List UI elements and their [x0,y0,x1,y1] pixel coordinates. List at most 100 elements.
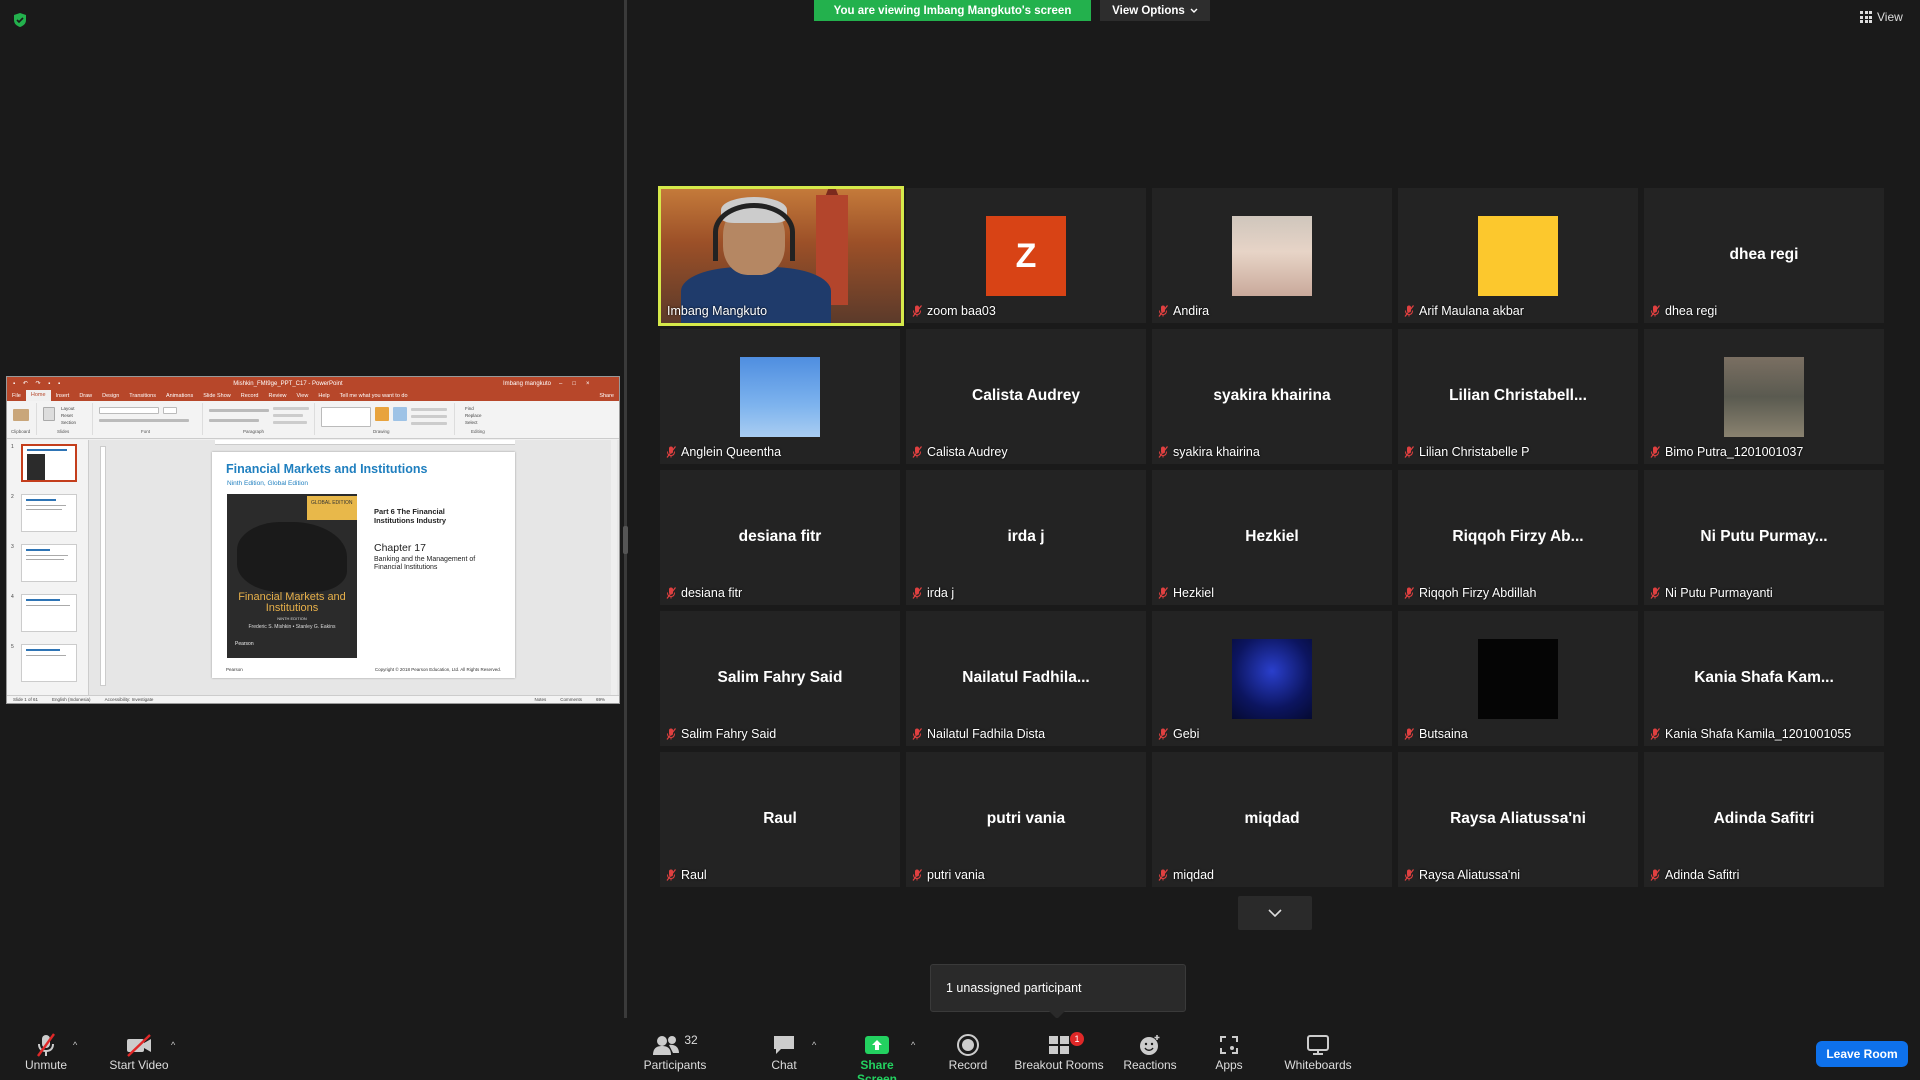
whiteboard-icon [1307,1035,1329,1055]
participant-tile[interactable]: Raysa Aliatussa'ni Raysa Aliatussa'ni [1398,752,1638,887]
zoom-meeting-window: ▪ ↶ ↷ ▪ ▪ Mishkin_FMI9ge_PPT_C17 - Power… [0,0,1920,1080]
shared-screen-pane: ▪ ↶ ↷ ▪ ▪ Mishkin_FMI9ge_PPT_C17 - Power… [0,0,624,1018]
ppt-titlebar: ▪ ↶ ↷ ▪ ▪ Mishkin_FMI9ge_PPT_C17 - Power… [7,377,619,390]
participant-name-label: Kania Shafa Kamila_1201001055 [1650,727,1851,741]
shared-powerpoint-window[interactable]: ▪ ↶ ↷ ▪ ▪ Mishkin_FMI9ge_PPT_C17 - Power… [6,376,620,704]
participant-display-name: Calista Audrey [972,387,1080,404]
ppt-layout: Layout [61,406,75,411]
unmute-button[interactable]: Unmute [22,1032,70,1072]
participant-name: Imbang Mangkuto [667,304,768,318]
apps-button[interactable]: Apps [1212,1032,1246,1072]
video-options-caret-icon[interactable]: ^ [171,1040,175,1050]
participant-tile[interactable]: Anglein Queentha [660,329,900,464]
participant-tile[interactable]: Butsaina [1398,611,1638,746]
badge-text: GLOBAL EDITION [311,500,353,506]
participant-display-name: Ni Putu Purmay... [1700,528,1828,545]
view-button[interactable]: View [1860,10,1903,24]
participant-tile[interactable]: Zzoom baa03 [906,188,1146,323]
share-options-caret-icon[interactable]: ^ [911,1040,915,1050]
participant-tile[interactable]: Riqqoh Firzy Ab... Riqqoh Firzy Abdillah [1398,470,1638,605]
participant-name-label: Raysa Aliatussa'ni [1404,868,1520,882]
status-accessibility: Accessibility: Investigate [104,697,154,702]
participant-tile[interactable]: Calista Audrey Calista Audrey [906,329,1146,464]
ppt-group-label: Paragraph [243,429,265,434]
microphone-muted-icon [1650,587,1660,599]
participant-tile[interactable]: Imbang Mangkuto [658,186,904,326]
breakout-rooms-button[interactable]: 1 Breakout Rooms [1012,1032,1106,1072]
ppt-tab: Draw [79,392,93,399]
participant-tile[interactable]: syakira khairina syakira khairina [1152,329,1392,464]
view-options-button[interactable]: View Options [1100,0,1210,21]
participant-name: Butsaina [1419,727,1468,741]
whiteboards-button[interactable]: Whiteboards [1282,1032,1354,1072]
participant-tile[interactable]: Lilian Christabell... Lilian Christabelle… [1398,329,1638,464]
record-button[interactable]: Record [946,1032,990,1072]
slide-thumbnail [21,594,77,632]
participant-tile[interactable]: desiana fitr desiana fitr [660,470,900,605]
participant-tile[interactable]: Raul Raul [660,752,900,887]
view-label: View [1877,10,1903,24]
participant-tile[interactable]: miqdad miqdad [1152,752,1392,887]
chat-button[interactable]: Chat [766,1032,802,1072]
participant-tile[interactable]: irda j irda j [906,470,1146,605]
participant-name: dhea regi [1665,304,1718,318]
participant-name: putri vania [927,868,985,882]
participant-display-name: syakira khairina [1213,387,1331,404]
participant-name-label: syakira khairina [1158,445,1260,459]
participant-name-label: Lilian Christabelle P [1404,445,1529,459]
ppt-tab: Help [318,392,330,399]
ppt-group-clipboard: Clipboard [9,403,37,435]
slide-subtitle: Ninth Edition, Global Edition [227,480,308,487]
reactions-button[interactable]: Reactions [1122,1032,1178,1072]
book-authors: Frederic S. Mishkin • Stanley G. Eakins [248,624,336,630]
participant-tile[interactable]: Salim Fahry Said Salim Fahry Said [660,611,900,746]
participant-tile[interactable]: Ni Putu Purmay... Ni Putu Purmayanti [1644,470,1884,605]
start-video-button[interactable]: Start Video [106,1032,172,1072]
unassigned-participant-tooltip[interactable]: 1 unassigned participant [930,964,1186,1019]
participant-tile[interactable]: Arif Maulana akbar [1398,188,1638,323]
participant-tile[interactable]: Gebi [1152,611,1392,746]
participant-profile-picture [1478,639,1558,719]
participant-tile[interactable]: putri vania putri vania [906,752,1146,887]
pane-resize-handle[interactable] [623,526,628,554]
participant-tile[interactable]: Kania Shafa Kam... Kania Shafa Kamila_120… [1644,611,1884,746]
participants-button[interactable]: 32 Participants [640,1032,710,1072]
security-shield-icon[interactable] [12,12,28,28]
ppt-replace: Replace [465,413,482,418]
participant-tile[interactable]: Hezkiel Hezkiel [1152,470,1392,605]
thumb-number: 1 [11,444,14,450]
ppt-find: Find [465,406,474,411]
microphone-muted-icon [1158,446,1168,458]
participant-name: syakira khairina [1173,445,1260,459]
ppt-reset: Reset [61,413,73,418]
chat-options-caret-icon[interactable]: ^ [812,1040,816,1050]
participant-name: Riqqoh Firzy Abdillah [1419,586,1537,600]
ppt-section: Section [61,420,77,425]
gallery-next-page-button[interactable] [1238,896,1312,930]
ppt-scrollbar [611,440,617,696]
pane-divider[interactable] [624,0,627,1026]
leave-room-button[interactable]: Leave Room [1816,1041,1908,1067]
audio-options-caret-icon[interactable]: ^ [73,1040,77,1050]
participant-tile[interactable]: dhea regi dhea regi [1644,188,1884,323]
participant-display-name: Nailatul Fadhila... [962,669,1090,686]
footer-logo: Pearson [226,667,243,672]
participant-name-label: Nailatul Fadhila Dista [912,727,1045,741]
status-comments: Comments [560,697,582,702]
ppt-select: Select [465,420,478,425]
slide-chapter: Chapter 17 [374,542,426,554]
participant-tile[interactable]: Adinda Safitri Adinda Safitri [1644,752,1884,887]
microphone-muted-icon [1404,869,1414,881]
participant-tile[interactable]: Bimo Putra_1201001037 [1644,329,1884,464]
share-screen-button[interactable]: Share Screen [840,1032,914,1080]
ppt-group-label: Font [141,429,151,434]
participants-count: 32 [684,1033,698,1047]
participant-tile[interactable]: Andira [1152,188,1392,323]
slide-thumbnail [21,544,77,582]
participant-display-name: Riqqoh Firzy Ab... [1452,528,1584,545]
participant-profile-picture [1232,216,1312,296]
microphone-muted-icon [37,1033,55,1057]
participant-tile[interactable]: Nailatul Fadhila... Nailatul Fadhila Dist… [906,611,1146,746]
microphone-muted-icon [912,728,922,740]
ppt-tab: File [12,392,21,399]
